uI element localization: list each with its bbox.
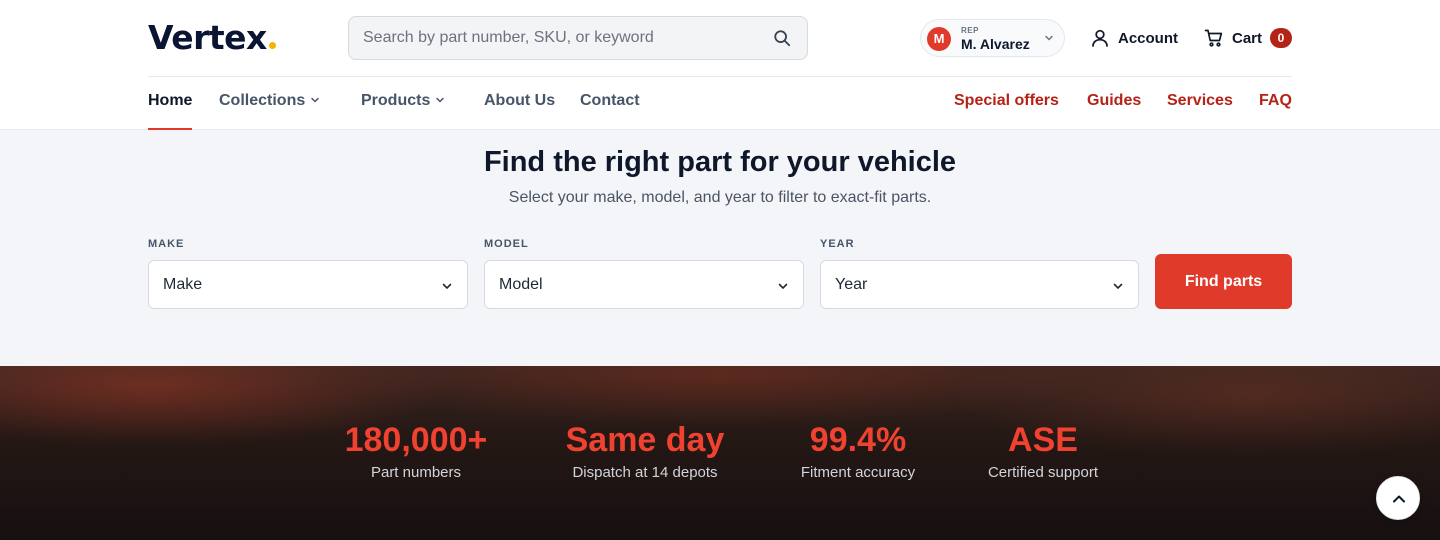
stat-value: 180,000+ <box>344 421 488 459</box>
stat-label: Certified support <box>987 464 1099 481</box>
nav-item-collections[interactable]: Collections <box>219 92 320 130</box>
model-label: MODEL <box>484 238 529 250</box>
header-top-row: Vertex M REP M. Alvarez <box>148 0 1293 77</box>
search-input[interactable] <box>363 17 763 59</box>
stat-part-numbers: 180,000+ Part numbers <box>330 420 502 481</box>
chevron-down-icon <box>436 97 445 103</box>
header-inner: Vertex M REP M. Alvarez <box>148 0 1293 130</box>
chevron-down-icon <box>311 97 319 103</box>
model-field: MODEL Model <box>484 238 804 309</box>
nav-item-contact[interactable]: Contact <box>580 92 640 130</box>
stat-value: 99.4% <box>809 421 907 459</box>
rep-name: M. Alvarez <box>961 36 1030 52</box>
chevron-down-icon <box>778 283 788 290</box>
year-select-value: Year <box>835 276 868 293</box>
cart-count-badge: 0 <box>1270 28 1293 48</box>
stat-same-day: Same day Dispatch at 14 depots <box>545 420 745 481</box>
finder-subtitle: Select your make, model, and year to fil… <box>508 189 932 206</box>
year-field: YEAR Year <box>820 238 1139 309</box>
nav-item-about-us[interactable]: About Us <box>484 92 555 130</box>
stat-label: Fitment accuracy <box>800 464 916 481</box>
make-label: MAKE <box>148 238 185 250</box>
nav-label: Contact <box>580 92 640 109</box>
stat-label: Part numbers <box>370 464 462 481</box>
year-label: YEAR <box>820 238 855 250</box>
cart-label: Cart <box>1232 29 1263 47</box>
nav-label: Home <box>148 92 193 109</box>
nav-label: Products <box>361 92 431 109</box>
nav-label: Special offers <box>954 92 1059 109</box>
chevron-down-icon <box>1045 35 1053 41</box>
nav-item-faq[interactable]: FAQ <box>1259 92 1292 130</box>
stat-fitment-accuracy: 99.4% Fitment accuracy <box>783 420 933 481</box>
make-field: MAKE Make <box>148 238 468 309</box>
stats-band: 180,000+ Part numbers Same day Dispatch … <box>0 366 1440 540</box>
stat-value: Same day <box>565 421 725 459</box>
nav-label: Collections <box>219 92 306 109</box>
cart-link[interactable]: Cart 0 <box>1204 28 1293 48</box>
nav-label: FAQ <box>1259 92 1292 109</box>
nav-label: Services <box>1167 92 1233 109</box>
main-nav: Home Collections Products About Us Conta… <box>148 77 1292 130</box>
logo-text: Vertex <box>148 18 267 57</box>
finder-title: Find the right part for your vehicle <box>483 146 957 178</box>
logo-dot <box>268 42 276 49</box>
chevron-down-icon <box>1113 283 1123 290</box>
account-label: Account <box>1118 29 1178 47</box>
stat-label: Dispatch at 14 depots <box>572 464 718 481</box>
nav-item-products[interactable]: Products <box>361 92 445 130</box>
search-box <box>348 16 808 60</box>
site-header: Vertex M REP M. Alvarez <box>0 0 1440 130</box>
user-icon <box>1092 29 1108 47</box>
scroll-to-top-button[interactable] <box>1376 476 1420 520</box>
vehicle-finder: Find the right part for your vehicle Sel… <box>0 130 1440 366</box>
nav-item-special-offers[interactable]: Special offers <box>954 92 1059 130</box>
nav-item-guides[interactable]: Guides <box>1087 92 1141 130</box>
nav-item-services[interactable]: Services <box>1167 92 1233 130</box>
nav-label: About Us <box>484 92 556 109</box>
rep-tag: REP <box>961 26 979 35</box>
cart-icon <box>1204 29 1223 47</box>
find-parts-button[interactable]: Find parts <box>1155 254 1292 309</box>
nav-item-home[interactable]: Home <box>148 92 193 130</box>
make-select[interactable]: Make <box>148 260 468 309</box>
account-link[interactable]: Account <box>1090 28 1178 48</box>
make-select-value: Make <box>163 276 203 293</box>
search-icon[interactable] <box>773 29 791 47</box>
year-select[interactable]: Year <box>820 260 1139 309</box>
model-select[interactable]: Model <box>484 260 804 309</box>
rep-switcher[interactable]: M REP M. Alvarez <box>920 19 1065 57</box>
logo[interactable]: Vertex <box>148 18 276 57</box>
stat-ase: ASE Certified support <box>972 420 1114 481</box>
nav-label: Guides <box>1087 92 1142 109</box>
chevron-up-icon <box>1393 495 1405 503</box>
chevron-down-icon <box>442 283 452 290</box>
stat-value: ASE <box>1008 421 1078 459</box>
model-select-value: Model <box>499 276 543 293</box>
avatar: M <box>927 27 951 51</box>
